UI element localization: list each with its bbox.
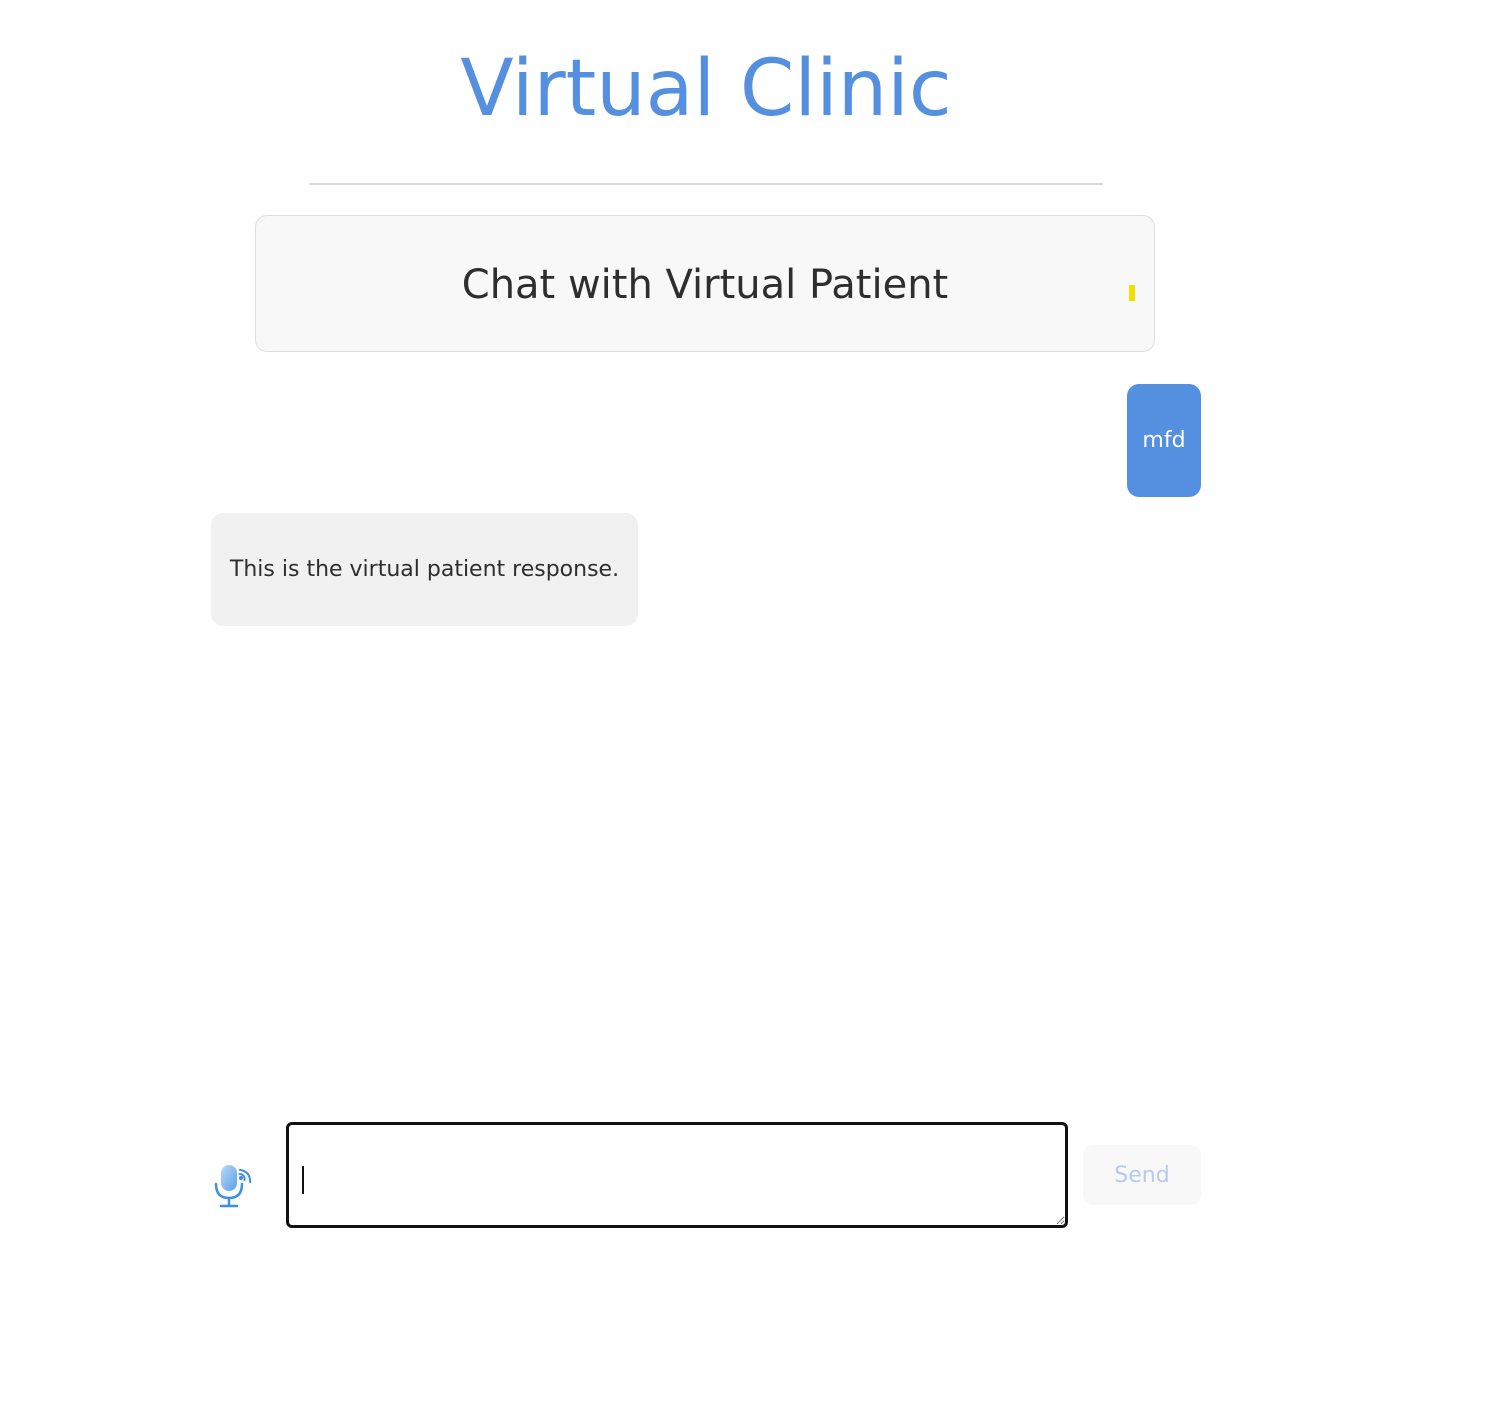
text-caret — [302, 1166, 304, 1194]
chat-header: Chat with Virtual Patient — [255, 215, 1155, 352]
microphone-icon — [214, 1165, 252, 1208]
user-message-bubble: mfd — [1127, 384, 1201, 497]
virtual-clinic-page: Virtual Clinic Chat with Virtual Patient… — [0, 0, 1500, 1401]
status-indicator — [1129, 285, 1135, 301]
patient-message-bubble: This is the virtual patient response. — [211, 513, 638, 626]
message-input[interactable] — [286, 1122, 1068, 1228]
app-title: Virtual Clinic — [460, 44, 952, 134]
chat-header-title: Chat with Virtual Patient — [461, 262, 949, 308]
send-button[interactable]: Send — [1083, 1145, 1201, 1205]
microphone-button[interactable] — [208, 1160, 260, 1212]
title-divider — [309, 183, 1103, 185]
